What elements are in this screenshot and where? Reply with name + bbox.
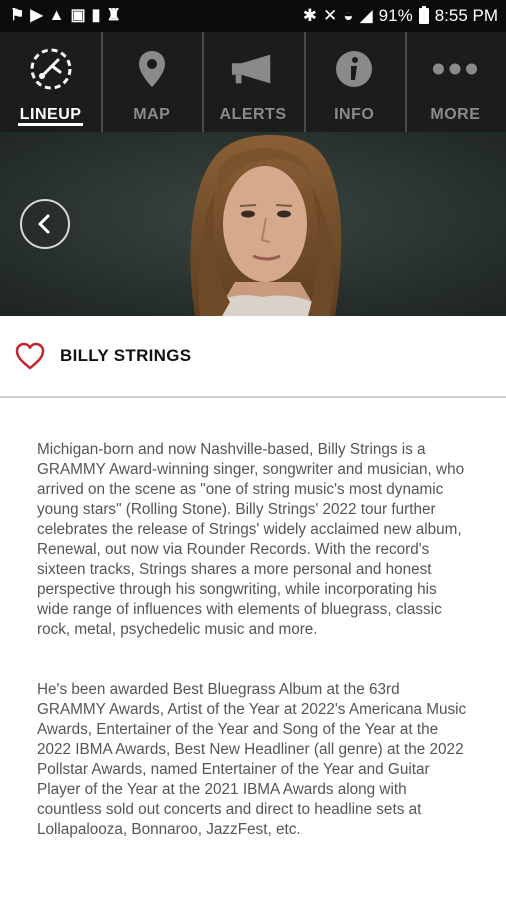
tab-more-label: MORE (430, 106, 481, 123)
tab-info-label: INFO (334, 106, 375, 123)
wifi-icon: ◒ (343, 6, 354, 25)
status-icons: ⚑ ▶ ▲ ▣ ▮ ♜ (10, 8, 121, 24)
artist-name: BILLY STRINGS (60, 346, 192, 365)
lineup-icon (28, 46, 74, 92)
tab-map[interactable]: MAP (101, 32, 202, 132)
battery-percent: 91% (378, 6, 413, 25)
tab-more[interactable]: MORE (404, 32, 506, 132)
battery-icon (418, 6, 429, 24)
active-tab-indicator (18, 123, 84, 126)
mute-icon: ✕ (323, 6, 338, 25)
tab-info[interactable]: INFO (303, 32, 405, 132)
tab-lineup-label: LINEUP (19, 106, 82, 123)
heart-icon[interactable] (14, 341, 46, 371)
artist-photo-illustration (0, 132, 506, 316)
back-button[interactable] (20, 199, 70, 249)
artist-bio: Michigan-born and now Nashville-based, B… (37, 440, 467, 840)
tab-map-label: MAP (133, 106, 171, 123)
bluetooth-icon: ✱ (302, 6, 318, 25)
calendar-icon: ▣ (70, 7, 86, 24)
tab-alerts[interactable]: ALERTS (202, 32, 303, 132)
play-icon: ▶ (30, 7, 43, 24)
chevron-left-icon (38, 214, 50, 234)
alert-icon: ♜ (106, 7, 121, 24)
status-bar: ⚑ ▶ ▲ ▣ ▮ ♜ ✱ ✕ ◒ ◢ 91% 8:55 PM (0, 0, 506, 32)
map-pin-icon (129, 46, 175, 92)
warning-icon: ▲ (48, 7, 65, 24)
artist-photo (0, 132, 506, 316)
notification-icon: ⚑ (10, 7, 25, 24)
clock: 8:55 PM (434, 6, 498, 25)
signal-icon: ◢ (359, 6, 373, 25)
bio-paragraph: Michigan-born and now Nashville-based, B… (37, 441, 465, 638)
status-system: ✱ ✕ ◒ ◢ 91% 8:55 PM (303, 6, 498, 26)
bio-paragraph: He's been awarded Best Bluegrass Album a… (37, 681, 467, 838)
more-icon (432, 46, 478, 92)
tab-lineup[interactable]: LINEUP (0, 32, 101, 132)
artist-header: BILLY STRINGS (0, 316, 506, 398)
main-nav: LINEUP MAP ALERTS INFO MORE (0, 32, 506, 132)
notification-icon: ▮ (91, 7, 101, 24)
megaphone-icon (230, 46, 276, 92)
info-icon (331, 46, 377, 92)
tab-alerts-label: ALERTS (219, 106, 287, 123)
